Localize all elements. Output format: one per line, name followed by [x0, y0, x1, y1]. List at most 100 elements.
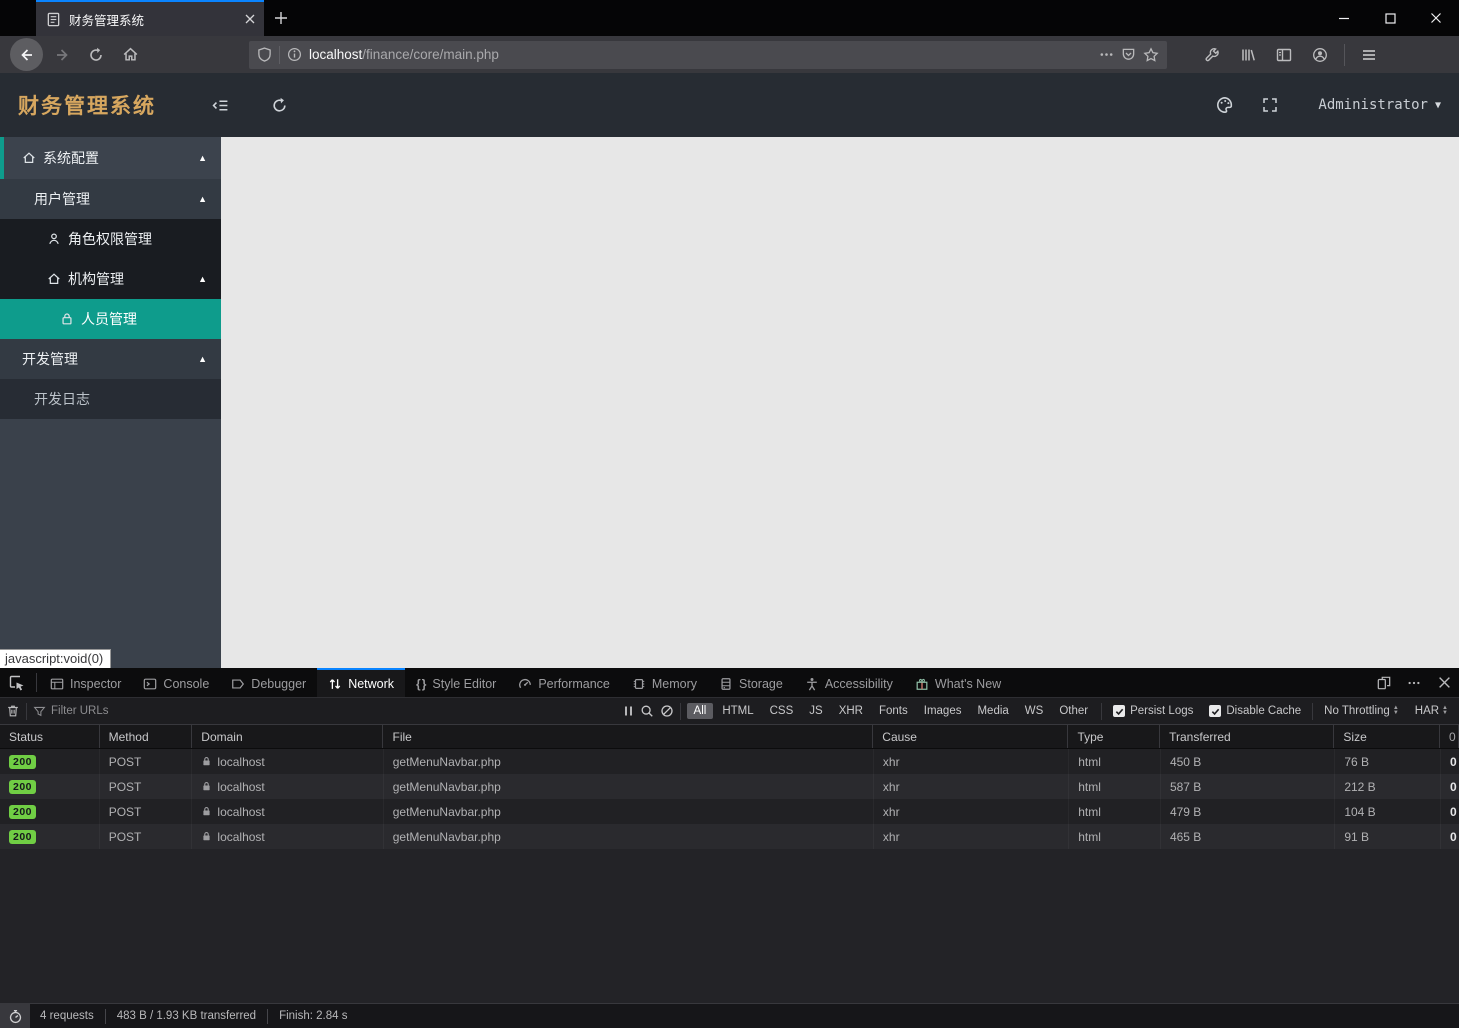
- har-dropdown[interactable]: HAR ▲ ▼: [1415, 705, 1448, 717]
- devtools-panel: Inspector Console Debugger Network { } S…: [0, 668, 1459, 1028]
- page-actions-icon[interactable]: [1099, 47, 1114, 62]
- sidebar-item-org-management[interactable]: 机构管理 ▲: [0, 259, 221, 299]
- bookmark-star-icon[interactable]: [1143, 46, 1159, 63]
- main-content-area: [221, 137, 1459, 668]
- tab-accessibility[interactable]: Accessibility: [794, 668, 904, 697]
- responsive-design-icon[interactable]: [1369, 668, 1399, 697]
- shield-icon[interactable]: [257, 47, 272, 62]
- filter-type-all[interactable]: All: [686, 703, 714, 719]
- sidebar-toggle-icon[interactable]: [1269, 40, 1299, 70]
- tab-console[interactable]: Console: [132, 668, 220, 697]
- library-icon[interactable]: [1233, 40, 1263, 70]
- column-header-cause[interactable]: Cause: [873, 725, 1069, 748]
- site-info-icon[interactable]: [287, 47, 302, 62]
- sidebar-fold-icon[interactable]: [212, 97, 229, 114]
- app-refresh-icon[interactable]: [271, 97, 288, 114]
- pause-icon[interactable]: [623, 705, 634, 717]
- cell-size: 104 B: [1335, 799, 1441, 824]
- status-badge: 200: [9, 829, 37, 844]
- clear-requests-icon[interactable]: [6, 704, 20, 718]
- cell-cause: xhr: [874, 774, 1070, 799]
- collapse-arrow-icon: ▲: [198, 354, 207, 364]
- sidebar-item-user-management[interactable]: 用户管理 ▲: [0, 179, 221, 219]
- lock-icon: [60, 312, 74, 326]
- url-bar[interactable]: localhost/finance/core/main.php: [249, 40, 1167, 69]
- cell-file: getMenuNavbar.php: [384, 774, 874, 799]
- user-menu[interactable]: Administrator ▼: [1318, 97, 1441, 113]
- column-header-status[interactable]: Status: [0, 725, 100, 748]
- close-devtools-icon[interactable]: [1429, 668, 1459, 697]
- filter-urls-input[interactable]: [51, 705, 617, 717]
- filter-type-fonts[interactable]: Fonts: [872, 703, 915, 719]
- forward-button[interactable]: [47, 40, 77, 70]
- filter-urls-field[interactable]: [33, 705, 617, 718]
- table-row[interactable]: 200 POST localhost getMenuNavbar.php xhr…: [0, 749, 1459, 774]
- fullscreen-icon[interactable]: [1262, 97, 1278, 113]
- gift-icon: [915, 677, 929, 691]
- throttling-dropdown[interactable]: No Throttling ▲ ▼: [1324, 705, 1399, 717]
- home-button[interactable]: [115, 40, 145, 70]
- filter-type-xhr[interactable]: XHR: [832, 703, 870, 719]
- toolbar-right-icons: [1197, 40, 1384, 70]
- filter-type-images[interactable]: Images: [917, 703, 969, 719]
- sidebar-item-dev-management[interactable]: 开发管理 ▲: [0, 339, 221, 379]
- tab-title: 财务管理系统: [69, 13, 145, 28]
- collapse-arrow-icon: ▲: [198, 194, 207, 204]
- reload-button[interactable]: [81, 40, 111, 70]
- lock-icon: [201, 756, 212, 767]
- column-header-type[interactable]: Type: [1068, 725, 1161, 748]
- sidebar-item-system-config[interactable]: 系统配置 ▲: [0, 137, 221, 179]
- back-button[interactable]: [10, 38, 43, 71]
- sidebar-item-role-permissions[interactable]: 角色权限管理: [0, 219, 221, 259]
- menu-hamburger-icon[interactable]: [1354, 40, 1384, 70]
- disable-cache-checkbox[interactable]: Disable Cache: [1209, 705, 1301, 717]
- block-icon[interactable]: [660, 704, 674, 718]
- cell-file: getMenuNavbar.php: [384, 824, 874, 849]
- sidebar-item-label: 开发管理: [22, 351, 78, 367]
- column-header-domain[interactable]: Domain: [192, 725, 384, 748]
- filter-type-media[interactable]: Media: [970, 703, 1015, 719]
- filter-type-css[interactable]: CSS: [763, 703, 801, 719]
- disable-cache-label: Disable Cache: [1226, 705, 1302, 717]
- pocket-icon[interactable]: [1121, 47, 1136, 62]
- tab-style-editor[interactable]: { } Style Editor: [405, 668, 507, 697]
- tab-debugger[interactable]: Debugger: [220, 668, 317, 697]
- tab-memory[interactable]: Memory: [621, 668, 708, 697]
- close-window-button[interactable]: [1413, 0, 1459, 36]
- filter-type-ws[interactable]: WS: [1018, 703, 1051, 719]
- browser-tab[interactable]: 财务管理系统: [36, 0, 264, 36]
- tab-storage[interactable]: Storage: [708, 668, 794, 697]
- minimize-button[interactable]: [1321, 0, 1367, 36]
- tab-inspector[interactable]: Inspector: [39, 668, 132, 697]
- table-row[interactable]: 200 POST localhost getMenuNavbar.php xhr…: [0, 774, 1459, 799]
- column-header-file[interactable]: File: [383, 725, 874, 748]
- table-row[interactable]: 200 POST localhost getMenuNavbar.php xhr…: [0, 799, 1459, 824]
- table-row[interactable]: 200 POST localhost getMenuNavbar.php xhr…: [0, 824, 1459, 849]
- wrench-icon[interactable]: [1197, 40, 1227, 70]
- persist-logs-checkbox[interactable]: Persist Logs: [1113, 705, 1193, 717]
- new-tab-button[interactable]: [264, 0, 298, 36]
- url-text[interactable]: localhost/finance/core/main.php: [309, 47, 1092, 62]
- search-icon[interactable]: [640, 704, 654, 718]
- tab-close-icon[interactable]: [244, 13, 256, 25]
- column-header-method[interactable]: Method: [100, 725, 193, 748]
- tab-whats-new[interactable]: What's New: [904, 668, 1012, 697]
- cell-method: POST: [100, 749, 193, 774]
- filter-type-html[interactable]: HTML: [715, 703, 760, 719]
- sidebar-item-personnel-management[interactable]: 人员管理: [0, 299, 221, 339]
- sidebar-item-dev-log[interactable]: 开发日志: [0, 379, 221, 419]
- devtools-options-icon[interactable]: [1399, 668, 1429, 697]
- tab-network[interactable]: Network: [317, 668, 406, 697]
- maximize-button[interactable]: [1367, 0, 1413, 36]
- theme-palette-icon[interactable]: [1216, 96, 1234, 114]
- column-header-transferred[interactable]: Transferred: [1160, 725, 1335, 748]
- pick-element-icon[interactable]: [0, 668, 34, 697]
- account-icon[interactable]: [1305, 40, 1335, 70]
- cell-domain: localhost: [217, 754, 265, 769]
- performance-analysis-icon[interactable]: [0, 1004, 30, 1028]
- filter-type-js[interactable]: JS: [802, 703, 829, 719]
- tab-performance[interactable]: Performance: [507, 668, 621, 697]
- column-header-size[interactable]: Size: [1334, 725, 1440, 748]
- column-header-waterfall[interactable]: 0 ms: [1440, 725, 1459, 748]
- filter-type-other[interactable]: Other: [1052, 703, 1095, 719]
